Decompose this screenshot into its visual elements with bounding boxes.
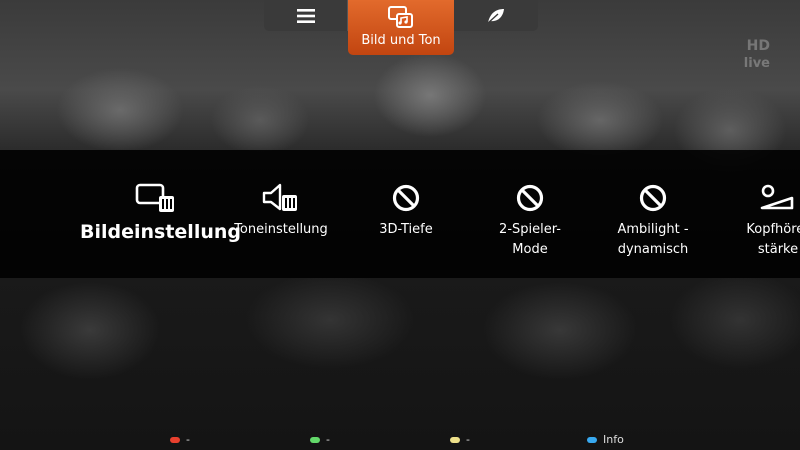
picture-settings-icon [135, 183, 174, 212]
unavailable-icon [516, 184, 544, 212]
item-label: Ambilight - dynamisch [617, 222, 689, 257]
blue-key[interactable]: Info [587, 433, 624, 446]
yellow-key-dot [450, 436, 460, 443]
green-key[interactable]: - [310, 433, 330, 446]
item-kopfhoerer-staerke[interactable]: Kopfhörer stärke [728, 180, 800, 260]
red-key-label: - [186, 433, 190, 446]
sound-settings-icon [262, 183, 297, 211]
green-key-label: - [326, 433, 330, 446]
color-key-bar: - - - Info [0, 428, 800, 450]
tab-menu[interactable] [264, 0, 348, 31]
item-label: 3D-Tiefe [379, 222, 433, 237]
green-key-dot [310, 436, 320, 443]
item-label: Bildeinstellung [80, 221, 241, 243]
item-ambilight-dynamisch[interactable]: Ambilight - dynamisch [601, 180, 705, 260]
tab-bild-und-ton[interactable]: Bild und Ton [348, 0, 454, 55]
item-toneinstellung[interactable]: Toneinstellung [226, 180, 336, 240]
item-label: Toneinstellung [234, 222, 328, 237]
yellow-key[interactable]: - [450, 433, 470, 446]
yellow-key-label: - [466, 433, 470, 446]
live-indicator: live [743, 56, 770, 71]
tab-eco[interactable] [454, 0, 538, 31]
top-tab-bar: Bild und Ton [264, 0, 538, 55]
unavailable-icon [639, 184, 667, 212]
menu-icon [296, 8, 315, 23]
item-bildeinstellung[interactable]: Bildeinstellung [80, 180, 241, 243]
channel-logo: HD live [744, 38, 770, 72]
leaf-icon [487, 8, 504, 24]
blue-key-dot [587, 436, 597, 443]
red-key[interactable]: - [170, 433, 190, 446]
picture-sound-icon [388, 6, 413, 28]
blue-key-label: Info [603, 433, 624, 446]
channel-name: HD [746, 38, 770, 54]
red-key-dot [170, 436, 180, 443]
item-3d-tiefe[interactable]: 3D-Tiefe [356, 180, 456, 240]
unavailable-icon [392, 184, 420, 212]
item-label: 2-Spieler- Mode [499, 222, 561, 257]
item-2-spieler-mode[interactable]: 2-Spieler- Mode [480, 180, 580, 260]
headphone-volume-icon [760, 184, 794, 210]
tab-label: Bild und Ton [361, 33, 441, 48]
item-label: Kopfhörer stärke [746, 222, 800, 257]
